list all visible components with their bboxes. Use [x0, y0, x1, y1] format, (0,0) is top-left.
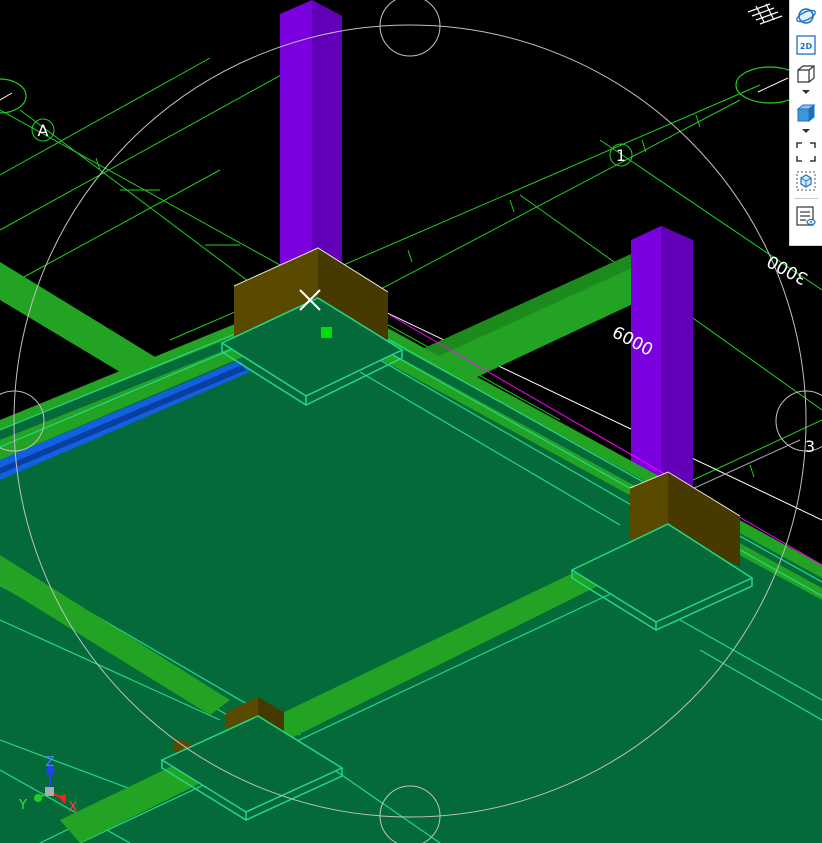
2d-view-button[interactable]: 2D	[793, 32, 819, 58]
grid-bubble-3: 3	[805, 437, 815, 456]
properties-button[interactable]	[793, 203, 819, 229]
chevron-down-icon	[802, 90, 810, 94]
wireframe-view-button[interactable]	[793, 61, 819, 87]
2d-view-icon: 2D	[796, 35, 816, 55]
properties-list-icon	[796, 206, 816, 226]
axis-label-y: Y	[18, 798, 27, 813]
orbit-button[interactable]	[793, 3, 819, 29]
visual-style-dropdown[interactable]	[793, 87, 819, 97]
svg-text:2D: 2D	[800, 42, 813, 51]
wireframe-cube-icon	[797, 65, 815, 83]
axis-label-z: Z	[46, 755, 55, 770]
isolate-object-button[interactable]	[793, 168, 819, 194]
fit-extents-icon	[796, 142, 816, 162]
chevron-down-icon	[802, 129, 810, 133]
grid-label-1: 1	[616, 146, 626, 165]
fit-extents-button[interactable]	[793, 139, 819, 165]
toolbar-separator	[794, 198, 818, 199]
orbit-icon	[796, 8, 816, 24]
grid-label-3: 3	[805, 437, 815, 456]
3d-model-viewport[interactable]: A 1 3 6000 3000 Z X Y	[0, 0, 822, 843]
axis-label-x: X	[69, 800, 78, 815]
view-toolbar: 2D	[789, 0, 822, 246]
shading-dropdown[interactable]	[793, 126, 819, 136]
isolate-object-icon	[796, 171, 816, 191]
grip-point[interactable]	[321, 327, 332, 338]
grid-label-a: A	[38, 121, 49, 140]
shaded-cube-icon	[796, 103, 816, 123]
shaded-view-button[interactable]	[793, 100, 819, 126]
